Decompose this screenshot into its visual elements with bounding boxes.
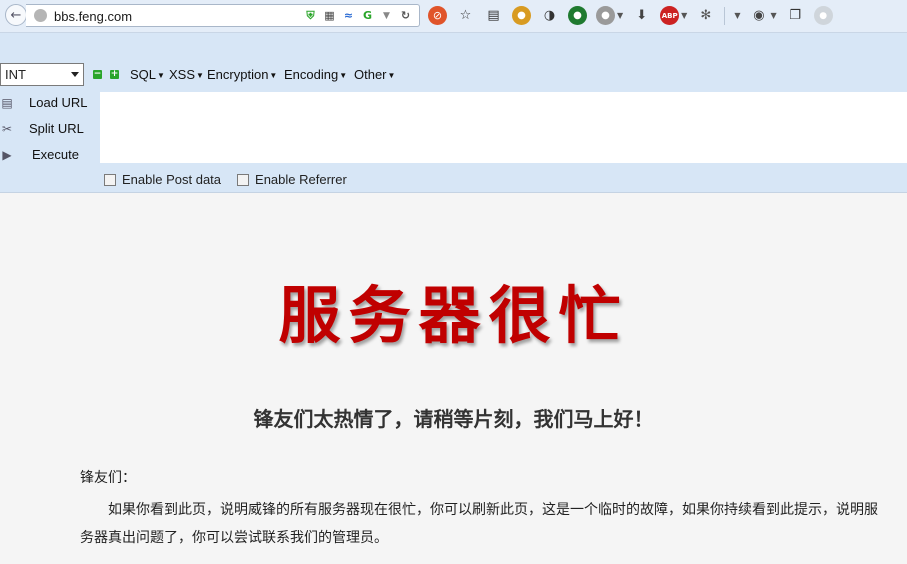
decrease-icon[interactable]: − (93, 70, 102, 79)
checkbox-box[interactable] (237, 173, 250, 186)
type-select-value: INT (5, 67, 26, 82)
type-select[interactable]: INT (0, 63, 84, 86)
profile-icon[interactable]: ● (813, 6, 833, 25)
load-url-button[interactable]: ▤ Load URL (0, 91, 100, 117)
hackbar-panel: INT − + SQL▼ XSS▼ Encryption▼ Encoding▼ … (0, 33, 907, 193)
url-text[interactable]: bbs.feng.com (54, 9, 132, 24)
separator (724, 6, 726, 25)
dropdown-arrow-icon[interactable]: ▼ (770, 11, 776, 20)
execute-button[interactable]: ▶ Execute (0, 143, 100, 169)
dropdown-arrow-icon[interactable]: ▼ (379, 8, 394, 23)
download-icon[interactable]: ⬇ (632, 6, 651, 25)
no-script-icon[interactable]: ⊘ (428, 6, 447, 25)
url-textarea[interactable] (100, 92, 907, 163)
dropdown-arrow-icon[interactable]: ▼ (681, 11, 687, 20)
url-bar[interactable]: bbs.feng.com ⛨ ▦ ≈ G ▼ ↻ (26, 4, 420, 27)
globe-icon (34, 9, 47, 22)
menu-encryption[interactable]: Encryption▼ (207, 67, 277, 82)
scissors-icon: ✂ (1, 122, 13, 136)
page-subtitle: 锋友们太热情了，请稍等片刻，我们马上好！ (253, 407, 654, 431)
load-url-icon: ▤ (1, 96, 13, 110)
body-paragraph: 如果你看到此页，说明威锋的所有服务器现在很忙，你可以刷新此页，这是一个临时的故障… (80, 502, 878, 546)
increase-icon[interactable]: + (110, 70, 119, 79)
hackbar-menu-row: INT − + SQL▼ XSS▼ Encryption▼ Encoding▼ … (0, 63, 907, 87)
select-arrow-icon (71, 72, 79, 77)
play-icon: ▶ (2, 148, 12, 162)
split-url-button[interactable]: ✂ Split URL (0, 117, 100, 143)
enable-post-checkbox[interactable]: Enable Post data (104, 172, 221, 187)
adblock-icon[interactable]: ABP (660, 6, 680, 25)
bookmark-star-icon[interactable]: ☆ (456, 6, 475, 25)
firebug-icon[interactable]: ● (512, 6, 531, 25)
gray-extension-icon[interactable]: ● (596, 6, 615, 25)
hackbar-actions: ▤ Load URL ✂ Split URL ▶ Execute (0, 91, 100, 169)
hackbar-options: Enable Post data Enable Referrer (104, 172, 347, 187)
dropdown-arrow-icon[interactable]: ▼ (734, 11, 740, 20)
qr-code-icon[interactable]: ▦ (322, 8, 337, 23)
page-content: 服务器很忙 锋友们太热情了，请稍等片刻，我们马上好！ 锋友们： 如果你看到此页，… (0, 193, 907, 564)
menu-xss[interactable]: XSS▼ (169, 67, 204, 82)
window-icon[interactable]: ❐ (786, 6, 805, 25)
reload-icon[interactable]: ↻ (398, 8, 413, 23)
back-button[interactable]: ← (5, 4, 27, 26)
dropdown-arrow-icon[interactable]: ▼ (617, 11, 623, 20)
greeting-text: 锋友们： (80, 470, 136, 486)
menu-encoding[interactable]: Encoding▼ (284, 67, 347, 82)
green-extension-icon[interactable]: ● (568, 6, 587, 25)
enable-post-label: Enable Post data (122, 172, 222, 187)
enable-referrer-label: Enable Referrer (255, 172, 347, 187)
load-url-label: Load URL (29, 95, 88, 110)
menu-sql[interactable]: SQL▼ (130, 67, 165, 82)
signal-icon[interactable]: ≈ (341, 8, 356, 23)
page-title: 服务器很忙 (278, 279, 629, 352)
hackbar-toggle-icon[interactable]: ✻ (696, 6, 715, 25)
enable-referrer-checkbox[interactable]: Enable Referrer (237, 172, 347, 187)
split-url-label: Split URL (29, 121, 84, 136)
browser-toolbar: ← bbs.feng.com ⛨ ▦ ≈ G ▼ ↻ ⊘ ☆ ▤ ● ◑ ● ●… (0, 0, 907, 33)
palette-icon[interactable]: ◑ (540, 6, 559, 25)
toolbar-icons: ⊘ ☆ ▤ ● ◑ ● ● ▼ ⬇ ABP ▼ ✻ ▼ ◉ ▼ ❐ ● (428, 6, 833, 25)
url-bar-icons: ⛨ ▦ ≈ G ▼ ↻ (303, 8, 413, 23)
planet-icon[interactable]: ◉ (749, 6, 768, 25)
back-arrow-icon: ← (10, 7, 22, 23)
checkbox-box[interactable] (104, 173, 116, 186)
menu-other[interactable]: Other▼ (354, 67, 395, 82)
shield-icon[interactable]: ⛨ (303, 8, 318, 23)
execute-label: Execute (32, 147, 79, 162)
grammar-g-icon[interactable]: G (360, 8, 375, 23)
reading-list-icon[interactable]: ▤ (484, 6, 503, 25)
